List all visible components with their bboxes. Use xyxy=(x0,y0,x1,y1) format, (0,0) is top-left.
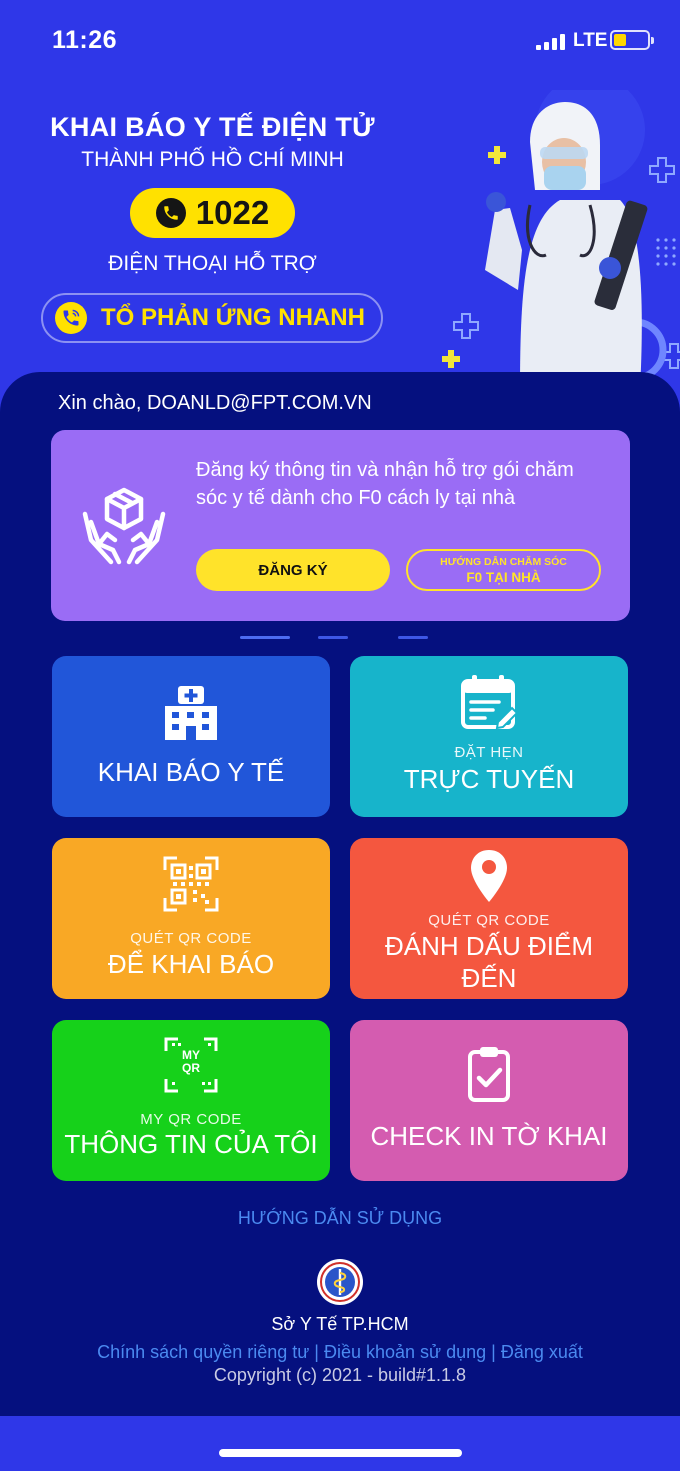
guide-button-line1: HƯỚNG DẪN CHĂM SÓC xyxy=(440,555,567,568)
hotline-number: 1022 xyxy=(195,194,270,231)
status-bar: 11:26 LTE xyxy=(0,0,680,80)
clock: 11:26 xyxy=(52,26,118,54)
banner-description: Đăng ký thông tin và nhận hỗ trợ gói chă… xyxy=(196,459,574,509)
battery-icon xyxy=(610,30,654,50)
hotline-button[interactable]: 1022 xyxy=(130,188,295,238)
rapid-response-label: TỔ PHẢN ỨNG NHANH xyxy=(101,304,365,331)
online-booking-label: TRỰC TUYẾN xyxy=(403,764,575,794)
hands-holding-box-icon xyxy=(82,487,166,565)
online-booking-sub-label: ĐẶT HẸN xyxy=(454,744,524,761)
greeting-text: Xin chào, DOANLD@FPT.COM.VN xyxy=(58,392,372,414)
copyright-text: Copyright (c) 2021 - build#1.1.8 xyxy=(213,1365,467,1385)
check-in-form-tile[interactable]: CHECK IN TỜ KHAI xyxy=(350,1020,628,1181)
my-qr-code-tile[interactable]: MY QR MY QR CODE THÔNG TIN CỦA TÔI xyxy=(52,1020,330,1181)
my-qr-icon: MY QR xyxy=(164,1037,218,1093)
carousel-indicator xyxy=(0,636,680,642)
scan-qr-declare-tile[interactable]: QUÉT QR CODE ĐỂ KHAI BÁO xyxy=(52,838,330,999)
online-booking-tile[interactable]: ĐẶT HẸN TRỰC TUYẾN xyxy=(350,656,628,817)
network-type: LTE xyxy=(573,30,608,51)
health-department-seal-icon xyxy=(317,1259,363,1305)
hero-header: KHAI BÁO Y TẾ ĐIỆN TỬ THÀNH PHỐ HỒ CHÍ M… xyxy=(0,80,680,380)
user-guide-link[interactable]: HƯỚNG DẪN SỬ DỤNG xyxy=(0,1208,680,1229)
hospital-icon xyxy=(165,686,217,740)
my-qr-label: THÔNG TIN CỦA TÔI xyxy=(64,1129,318,1159)
scan-qr-checkin-tile[interactable]: QUÉT QR CODE ĐÁNH DẤU ĐIỂM ĐẾN xyxy=(350,838,628,999)
my-qr-icon-bottom-text: QR xyxy=(182,1061,200,1075)
scan-checkin-sub-label: QUÉT QR CODE xyxy=(428,912,550,929)
app-title: KHAI BÁO Y TẾ ĐIỆN TỬ xyxy=(50,112,375,142)
signal-icon xyxy=(536,34,566,50)
medical-declaration-label: KHAI BÁO Y TẾ xyxy=(97,757,285,787)
rapid-response-button[interactable]: TỔ PHẢN ỨNG NHANH xyxy=(41,293,383,343)
scan-checkin-label-line2: ĐẾN xyxy=(461,963,517,993)
app-subtitle: THÀNH PHỐ HỒ CHÍ MINH xyxy=(81,148,344,171)
calendar-edit-icon xyxy=(461,675,518,730)
register-button[interactable]: ĐĂNG KÝ xyxy=(196,549,390,591)
phone-icon xyxy=(155,198,186,228)
my-qr-sub-label: MY QR CODE xyxy=(140,1111,242,1128)
home-indicator[interactable] xyxy=(219,1449,462,1457)
doctor-illustration xyxy=(442,90,680,380)
organization-name: Sở Y Tế TP.HCM xyxy=(271,1314,409,1334)
f0-care-banner[interactable]: Đăng ký thông tin và nhận hỗ trợ gói chă… xyxy=(51,430,630,621)
location-pin-icon xyxy=(471,850,507,902)
scan-declare-label: ĐỂ KHAI BÁO xyxy=(107,949,275,979)
clipboard-check-icon xyxy=(468,1047,510,1102)
support-label: ĐIỆN THOẠI HỖ TRỢ xyxy=(108,252,317,275)
scan-declare-sub-label: QUÉT QR CODE xyxy=(130,930,252,947)
f0-home-care-guide-button[interactable]: HƯỚNG DẪN CHĂM SÓC F0 TẠI NHÀ xyxy=(406,549,601,591)
phone-ringing-icon xyxy=(55,302,87,334)
check-in-form-label: CHECK IN TỜ KHAI xyxy=(370,1121,608,1151)
scan-checkin-label-line1: ĐÁNH DẤU ĐIỂM xyxy=(384,931,593,961)
guide-button-line2: F0 TẠI NHÀ xyxy=(466,569,541,585)
medical-declaration-tile[interactable]: KHAI BÁO Y TẾ xyxy=(52,656,330,817)
policy-links[interactable]: Chính sách quyền riêng tư | Điều khoản s… xyxy=(0,1342,680,1363)
qr-scan-icon xyxy=(163,856,219,912)
main-panel: Xin chào, DOANLD@FPT.COM.VN Đăng ký thôn… xyxy=(0,372,680,1416)
